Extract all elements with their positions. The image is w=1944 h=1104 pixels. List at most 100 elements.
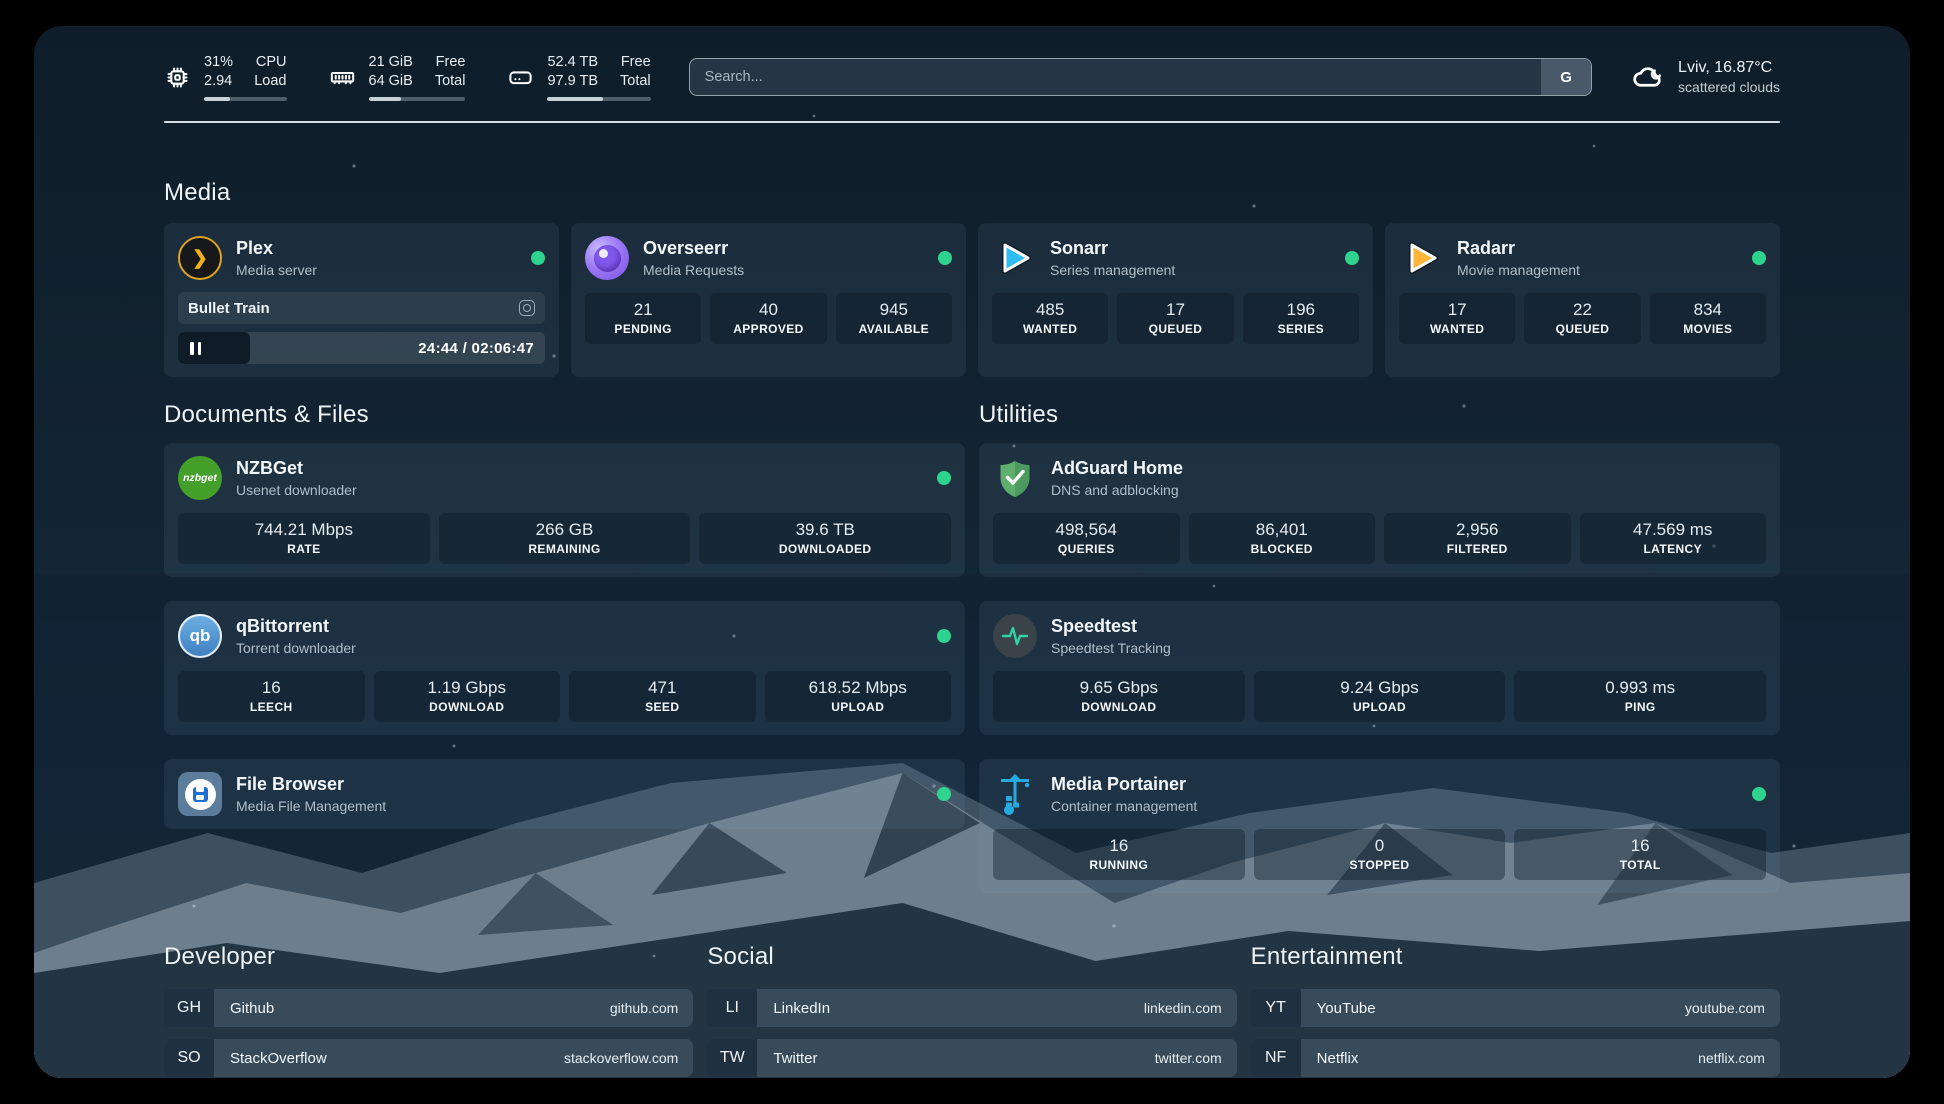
- disk-label-bottom: Total: [620, 72, 651, 91]
- bookmark-youtube[interactable]: YT YouTube youtube.com: [1251, 989, 1780, 1027]
- memory-total-value: 64 GiB: [369, 72, 413, 91]
- service-desc: DNS and adblocking: [1051, 482, 1183, 498]
- dashboard-panel: 31% CPU 2.94 Load: [34, 26, 1910, 1078]
- cpu-progress-track: [204, 97, 287, 101]
- cpu-progress-fill: [204, 97, 230, 101]
- cpu-icon: [164, 64, 191, 91]
- service-name: Overseerr: [643, 238, 744, 260]
- service-name: qBittorrent: [236, 616, 356, 638]
- qbittorrent-logo-icon: qb: [178, 614, 222, 658]
- search-bar: G: [689, 58, 1592, 96]
- service-card-sonarr[interactable]: Sonarr Series management 485 WANTED 17 Q…: [978, 223, 1373, 377]
- service-desc: Torrent downloader: [236, 640, 356, 656]
- service-card-portainer[interactable]: Media Portainer Container management 16 …: [979, 759, 1780, 893]
- section-title-utilities: Utilities: [979, 401, 1780, 429]
- disk-progress-fill: [547, 97, 603, 101]
- service-card-filebrowser[interactable]: File Browser Media File Management: [164, 759, 965, 829]
- stat-remaining: 266 GB REMAINING: [439, 513, 691, 564]
- memory-label-bottom: Total: [435, 72, 466, 91]
- bookmark-linkedin[interactable]: LI LinkedIn linkedin.com: [707, 989, 1236, 1027]
- status-online-dot: [1752, 787, 1766, 801]
- status-online-dot: [937, 629, 951, 643]
- stat-seed: 471 SEED: [569, 671, 756, 722]
- sonarr-logo-icon: [992, 236, 1036, 280]
- cpu-percent: 31%: [204, 53, 233, 72]
- service-desc: Series management: [1050, 262, 1175, 278]
- stat-download: 9.65 Gbps DOWNLOAD: [993, 671, 1245, 722]
- cpu-monitor: 31% CPU 2.94 Load: [164, 53, 287, 101]
- bookmark-netflix[interactable]: NF Netflix netflix.com: [1251, 1039, 1780, 1077]
- stat-wanted: 17 WANTED: [1399, 293, 1515, 344]
- stat-queries: 498,564 QUERIES: [993, 513, 1180, 564]
- section-title-social: Social: [707, 943, 1236, 971]
- disk-icon: [507, 64, 534, 91]
- search-engine-button[interactable]: G: [1541, 59, 1591, 95]
- memory-progress-fill: [369, 97, 401, 101]
- service-card-speedtest[interactable]: Speedtest Speedtest Tracking 9.65 Gbps D…: [979, 601, 1780, 735]
- dashboard-frame: 31% CPU 2.94 Load: [0, 0, 1944, 1104]
- portainer-logo-icon: [993, 772, 1037, 816]
- bookmark-twitter[interactable]: TW Twitter twitter.com: [707, 1039, 1236, 1077]
- stat-downloaded: 39.6 TB DOWNLOADED: [699, 513, 951, 564]
- section-title-developer: Developer: [164, 943, 693, 971]
- media-grid: ❯ Plex Media server Bullet Train: [164, 223, 1780, 377]
- service-desc: Movie management: [1457, 262, 1580, 278]
- status-online-dot: [1345, 251, 1359, 265]
- stat-rate: 744.21 Mbps RATE: [178, 513, 430, 564]
- status-online-dot: [937, 787, 951, 801]
- service-card-nzbget[interactable]: nzbget NZBGet Usenet downloader 744.21 M…: [164, 443, 965, 577]
- plex-now-playing-row: Bullet Train: [178, 292, 545, 324]
- bookmark-github[interactable]: GH Github github.com: [164, 989, 693, 1027]
- disk-progress-track: [547, 97, 650, 101]
- service-desc: Media server: [236, 262, 317, 278]
- stat-approved: 40 APPROVED: [710, 293, 826, 344]
- plex-progress-fill: [178, 332, 250, 364]
- top-bar: 31% CPU 2.94 Load: [164, 48, 1780, 106]
- stat-download: 1.19 Gbps DOWNLOAD: [374, 671, 561, 722]
- stat-running: 16 RUNNING: [993, 829, 1245, 880]
- plex-progress-bar: 24:44 / 02:06:47: [178, 332, 545, 364]
- status-online-dot: [937, 471, 951, 485]
- section-title-documents: Documents & Files: [164, 401, 965, 429]
- status-online-dot: [938, 251, 952, 265]
- section-title-media: Media: [164, 179, 1780, 207]
- service-card-radarr[interactable]: Radarr Movie management 17 WANTED 22 QUE…: [1385, 223, 1780, 377]
- memory-label-top: Free: [436, 53, 466, 72]
- search-input[interactable]: [689, 58, 1592, 96]
- utilities-column: Utilities AdGuard Home DNS and adblockin…: [979, 401, 1780, 893]
- weather-location-temp: Lviv, 16.87°C: [1678, 59, 1780, 77]
- speedtest-logo-icon: [993, 614, 1037, 658]
- memory-monitor: 21 GiB Free 64 GiB Total: [329, 53, 466, 101]
- bookmark-stackoverflow[interactable]: SO StackOverflow stackoverflow.com: [164, 1039, 693, 1077]
- status-online-dot: [1752, 251, 1766, 265]
- memory-progress-track: [369, 97, 466, 101]
- system-monitors: 31% CPU 2.94 Load: [164, 53, 651, 101]
- documents-column: Documents & Files nzbget NZBGet Usenet d…: [164, 401, 965, 893]
- service-desc: Container management: [1051, 798, 1197, 814]
- stat-movies: 834 MOVIES: [1650, 293, 1766, 344]
- section-title-entertainment: Entertainment: [1251, 943, 1780, 971]
- stat-pending: 21 PENDING: [585, 293, 701, 344]
- status-online-dot: [531, 251, 545, 265]
- service-desc: Speedtest Tracking: [1051, 640, 1171, 656]
- service-desc: Media Requests: [643, 262, 744, 278]
- filebrowser-logo-icon: [178, 772, 222, 816]
- service-name: Sonarr: [1050, 238, 1175, 260]
- radarr-logo-icon: [1399, 236, 1443, 280]
- stat-latency: 47.569 ms LATENCY: [1580, 513, 1767, 564]
- service-name: Media Portainer: [1051, 774, 1197, 796]
- cpu-label-top: CPU: [256, 53, 287, 72]
- service-card-plex[interactable]: ❯ Plex Media server Bullet Train: [164, 223, 559, 377]
- weather-condition: scattered clouds: [1678, 79, 1780, 95]
- service-card-qbittorrent[interactable]: qb qBittorrent Torrent downloader 16 LEE…: [164, 601, 965, 735]
- now-playing-title: Bullet Train: [188, 300, 270, 317]
- plex-logo-icon: ❯: [178, 236, 222, 280]
- stat-total: 16 TOTAL: [1514, 829, 1766, 880]
- service-name: NZBGet: [236, 458, 357, 480]
- disk-monitor: 52.4 TB Free 97.9 TB Total: [507, 53, 650, 101]
- weather-widget: Lviv, 16.87°C scattered clouds: [1630, 59, 1780, 95]
- developer-bookmarks: Developer GH Github github.com SO StackO…: [164, 943, 693, 1078]
- service-card-adguard[interactable]: AdGuard Home DNS and adblocking 498,564 …: [979, 443, 1780, 577]
- service-card-overseerr[interactable]: Overseerr Media Requests 21 PENDING 40 A…: [571, 223, 966, 377]
- stat-available: 945 AVAILABLE: [836, 293, 952, 344]
